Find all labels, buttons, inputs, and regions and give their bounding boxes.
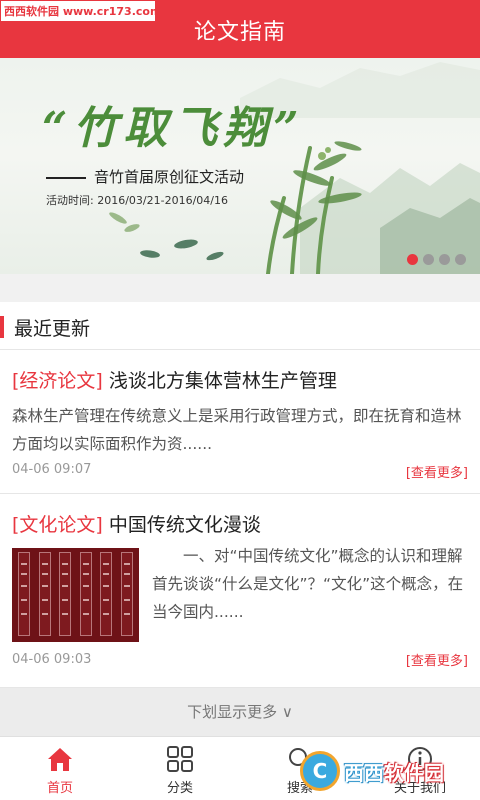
section-accent-bar xyxy=(0,316,4,338)
carousel-indicators xyxy=(407,254,466,265)
carousel-dot[interactable] xyxy=(423,254,434,265)
calligraphy-strip xyxy=(38,552,51,636)
carousel-dot[interactable] xyxy=(439,254,450,265)
article-thumbnail[interactable] xyxy=(12,548,139,642)
banner-carousel[interactable]: “竹取飞翔” 音竹首届原创征文活动 活动时间: 2016/03/21-2016/… xyxy=(0,58,480,274)
banner-subtitle-text: 音竹首届原创征文活动 xyxy=(94,168,245,186)
carousel-dot[interactable] xyxy=(407,254,418,265)
article-title-text: 浅谈北方集体营林生产管理 xyxy=(108,370,337,392)
home-icon xyxy=(48,748,72,771)
section-title: 最近更新 xyxy=(14,318,91,340)
banner-title: “竹取飞翔” xyxy=(42,103,305,154)
subtitle-dash xyxy=(46,176,86,179)
article-title[interactable]: [文化论文] 中国传统文化漫谈 xyxy=(12,510,261,537)
site-logo-watermark: C 西西软件园 xyxy=(300,748,472,794)
watermark-logo-icon: C xyxy=(300,751,340,791)
tab-label: 首页 xyxy=(46,781,73,796)
article-category: [经济论文] xyxy=(12,370,103,392)
watermark-text-b: 软件园 xyxy=(384,760,444,785)
section-header: 最近更新 xyxy=(0,302,480,350)
watermark-text-a: 西西 xyxy=(344,760,384,785)
tab-label: 分类 xyxy=(166,781,193,796)
banner-subtitle: 音竹首届原创征文活动 xyxy=(46,166,244,187)
view-more-link[interactable]: [查看更多] xyxy=(406,650,468,669)
view-more-link[interactable]: [查看更多] xyxy=(406,462,468,481)
banner-date: 活动时间: 2016/03/21-2016/04/16 xyxy=(46,194,228,207)
calligraphy-strip xyxy=(120,552,133,636)
calligraphy-strip xyxy=(79,552,92,636)
article-time: 04-06 09:07 xyxy=(12,462,92,477)
article-time: 04-06 09:03 xyxy=(12,652,92,667)
calligraphy-strip xyxy=(18,552,31,636)
load-more-hint[interactable]: 下划显示更多 ∨ xyxy=(0,688,480,736)
carousel-dot[interactable] xyxy=(455,254,466,265)
article-item[interactable]: [文化论文] 中国传统文化漫谈 一、对“中国传统文化”概念的认识和理解 首先谈谈… xyxy=(0,494,480,688)
article-title[interactable]: [经济论文] 浅谈北方集体营林生产管理 xyxy=(12,366,337,393)
site-watermark: 西西软件园 www.cr173.com xyxy=(0,0,156,22)
calligraphy-strip xyxy=(100,552,113,636)
article-item[interactable]: [经济论文] 浅谈北方集体营林生产管理 森林生产管理在传统意义上是采用行政管理方… xyxy=(0,350,480,494)
tab-category[interactable]: 分类 xyxy=(120,737,240,800)
tab-home[interactable]: 首页 xyxy=(0,737,120,800)
article-category: [文化论文] xyxy=(12,514,103,536)
article-title-text: 中国传统文化漫谈 xyxy=(108,514,261,536)
article-summary: 森林生产管理在传统意义上是采用行政管理方式，即在抚育和造林方面均以实际面积作为资… xyxy=(12,407,462,453)
section-spacer xyxy=(0,274,480,302)
article-summary: 一、对“中国传统文化”概念的认识和理解 首先谈谈“什么是文化”？“文化”这个概念… xyxy=(152,547,464,621)
watermark-text: 西西软件园 xyxy=(344,757,444,786)
calligraphy-strip xyxy=(59,552,72,636)
grid-icon xyxy=(167,746,193,772)
